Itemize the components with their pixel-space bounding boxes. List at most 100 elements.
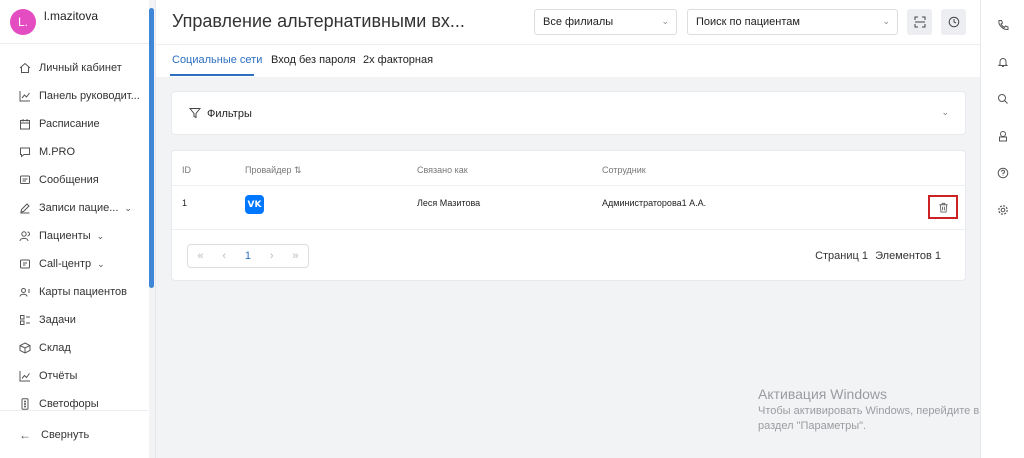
sidebar-item-manager-panel[interactable]: Панель руководит... <box>0 82 155 110</box>
tab-two-factor[interactable]: 2х факторная <box>363 54 433 66</box>
chevron-down-icon: ⌄ <box>124 202 132 213</box>
report-icon <box>19 370 31 382</box>
chevron-down-icon: ⌄ <box>96 230 105 241</box>
history-button[interactable] <box>941 9 966 35</box>
last-page-icon[interactable]: » <box>292 250 298 262</box>
sidebar-item-personal-cabinet[interactable]: Личный кабинет <box>0 54 155 82</box>
sidebar-item-schedule[interactable]: Расписание <box>0 110 155 138</box>
next-page-icon[interactable]: › <box>270 250 274 262</box>
column-header-id: ID <box>182 165 191 175</box>
tab-bar: Социальные сети Вход без пароля 2х факто… <box>156 45 980 77</box>
delete-button[interactable] <box>928 195 958 219</box>
sidebar-item-warehouse[interactable]: Склад <box>0 334 155 362</box>
chevron-down-icon: ⌄ <box>97 258 105 269</box>
username: l.mazitova <box>44 8 99 23</box>
sidebar-item-label: Склад <box>39 342 71 354</box>
pagination: « ‹ 1 › » <box>187 244 309 268</box>
page-title: Управление альтернативными вх... <box>172 11 465 31</box>
arrow-left-icon: ← <box>19 427 31 442</box>
sidebar: L. l.mazitova Личный кабинет Панель руко… <box>0 0 156 458</box>
cell-id: 1 <box>182 198 188 208</box>
users-icon <box>19 230 31 242</box>
home-icon <box>19 62 31 74</box>
branch-select[interactable]: Все филиалы ⌄ <box>534 9 677 35</box>
watermark-title: Активация Windows <box>758 386 888 402</box>
sidebar-item-call-center[interactable]: Call-центр ⌄ <box>0 250 155 278</box>
trash-icon <box>938 202 948 213</box>
sidebar-scrollbar[interactable] <box>149 0 155 458</box>
sidebar-item-label: Отчёты <box>39 370 78 382</box>
first-page-icon[interactable]: « <box>197 250 203 262</box>
patient-search-select[interactable]: Поиск по пациентам ⌄ <box>687 9 898 35</box>
filters-label: Фильтры <box>207 108 252 120</box>
id-card-icon <box>19 286 31 298</box>
sidebar-item-label: M.PRO <box>39 146 76 158</box>
current-page[interactable]: 1 <box>245 250 251 262</box>
sidebar-item-patients[interactable]: Пациенты ⌄ <box>0 222 155 250</box>
sidebar-item-label: Расписание <box>39 118 100 130</box>
right-toolbar <box>980 0 1024 458</box>
tasks-icon <box>19 314 31 326</box>
phone-icon[interactable] <box>997 19 1009 31</box>
column-header-label: Провайдер <box>245 165 292 175</box>
sidebar-item-mpro[interactable]: M.PRO <box>0 138 155 166</box>
sidebar-item-label: Пациенты <box>39 230 91 242</box>
calendar-icon <box>19 118 31 130</box>
pages-count: Страниц 1 <box>815 250 868 262</box>
sidebar-item-tasks[interactable]: Задачи <box>0 306 155 334</box>
gear-icon[interactable] <box>997 204 1009 216</box>
sidebar-item-patient-records[interactable]: Записи пацие... ⌄ <box>0 194 155 222</box>
watermark-line: Чтобы активировать Windows, перейдите в <box>758 405 980 417</box>
box-icon <box>19 342 31 354</box>
collapse-sidebar-button[interactable]: ← Свернуть <box>0 410 148 458</box>
sidebar-item-reports[interactable]: Отчёты <box>0 362 155 390</box>
cell-employee: Администраторова1 А.А. <box>602 198 707 208</box>
avatar[interactable]: L. <box>10 8 36 35</box>
sidebar-item-label: Карты пациентов <box>39 286 127 298</box>
watermark-line: раздел "Параметры". <box>758 420 867 432</box>
chevron-down-icon: ⌄ <box>661 16 669 26</box>
traffic-light-icon <box>19 398 31 410</box>
column-header-provider[interactable]: Провайдер ⇅ <box>245 165 302 176</box>
bell-icon[interactable] <box>997 56 1009 68</box>
sidebar-item-patient-cards[interactable]: Карты пациентов <box>0 278 155 306</box>
sidebar-scroll-thumb[interactable] <box>149 8 154 288</box>
tab-passwordless-login[interactable]: Вход без пароля <box>271 54 356 66</box>
search-icon[interactable] <box>997 93 1009 105</box>
sidebar-nav: Личный кабинет Панель руководит... Распи… <box>0 44 155 418</box>
sidebar-item-messages[interactable]: Сообщения <box>0 166 155 194</box>
prev-page-icon[interactable]: ‹ <box>222 250 226 262</box>
chat-icon <box>19 146 31 158</box>
sidebar-item-label: Записи пацие... <box>39 202 119 214</box>
collapse-label: Свернуть <box>41 428 90 441</box>
chevron-down-icon[interactable]: ⌄ <box>941 107 949 118</box>
header: Управление альтернативными вх... Все фил… <box>156 0 980 45</box>
tab-social-networks[interactable]: Социальные сети <box>172 54 262 66</box>
chart-icon <box>19 90 31 102</box>
filters-panel[interactable]: Фильтры ⌄ <box>171 91 966 135</box>
cell-linked-as: Леся Мазитова <box>417 198 481 208</box>
sort-icon[interactable]: ⇅ <box>294 165 302 175</box>
vk-icon: VK <box>245 195 264 214</box>
badge-icon[interactable] <box>997 130 1009 142</box>
scan-icon <box>914 16 925 28</box>
sidebar-item-label: Задачи <box>39 314 76 326</box>
divider <box>172 229 965 230</box>
help-icon[interactable] <box>997 167 1009 179</box>
user-profile[interactable]: L. l.mazitova <box>0 0 155 44</box>
filter-icon <box>189 108 201 119</box>
scan-button[interactable] <box>907 9 932 35</box>
social-links-table: ID Провайдер ⇅ Связано как Сотрудник 1 V… <box>171 150 966 281</box>
chevron-down-icon: ⌄ <box>882 16 890 26</box>
column-header-employee: Сотрудник <box>602 165 646 175</box>
sidebar-item-label: Сообщения <box>39 174 99 186</box>
column-header-linked-as: Связано как <box>417 165 468 175</box>
patient-search-placeholder: Поиск по пациентам <box>696 16 800 28</box>
active-tab-indicator <box>170 74 254 76</box>
clock-icon <box>948 16 959 28</box>
sidebar-item-label: Личный кабинет <box>39 62 122 74</box>
message-icon <box>19 174 31 186</box>
headset-icon <box>19 258 31 270</box>
windows-activation-watermark: Активация Windows Чтобы активировать Win… <box>758 386 979 432</box>
branch-select-value: Все филиалы <box>543 16 614 28</box>
